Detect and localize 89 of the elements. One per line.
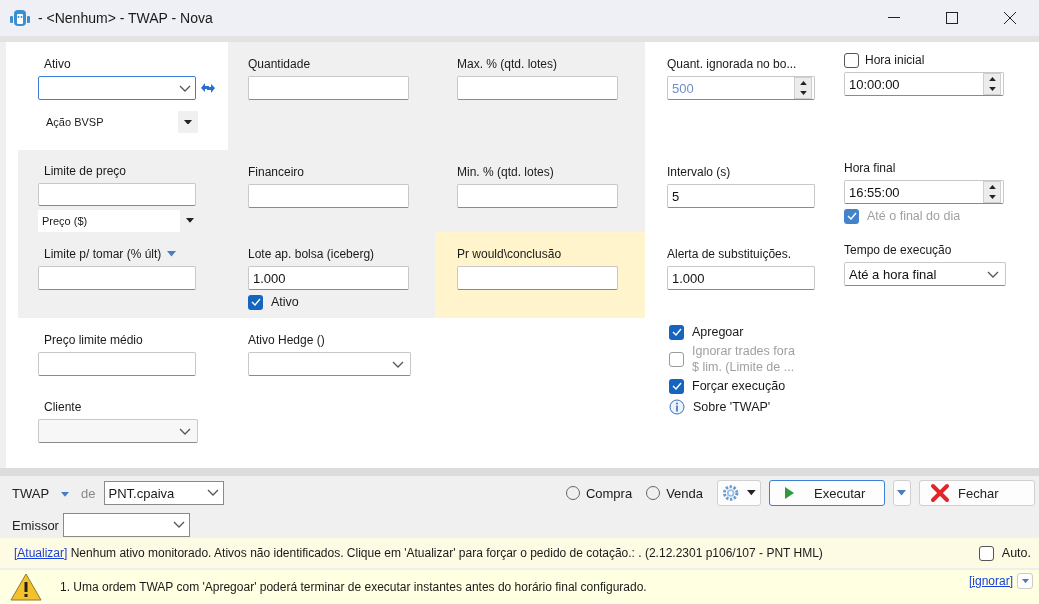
field-label: Min. % (qtd. lotes) bbox=[457, 165, 554, 179]
caret-icon bbox=[184, 119, 192, 125]
field-label: Ativo Hedge () bbox=[248, 333, 325, 347]
field-label: Max. % (qtd. lotes) bbox=[457, 57, 558, 71]
chevron-down-icon bbox=[392, 360, 404, 369]
field-label: Pr would\conclusão bbox=[457, 247, 562, 261]
maximize-icon[interactable] bbox=[946, 12, 958, 24]
close-icon[interactable] bbox=[1004, 12, 1016, 24]
checkbox[interactable] bbox=[669, 378, 684, 394]
auto-label: Auto. bbox=[1001, 545, 1031, 561]
field-label: Lote ap. bolsa (iceberg) bbox=[248, 247, 375, 261]
cross-icon bbox=[930, 483, 950, 503]
text-field[interactable]: 5 bbox=[667, 184, 815, 208]
option-label: Apregoar bbox=[692, 324, 744, 340]
chevron-down-icon bbox=[172, 521, 185, 529]
window-title: - <Nenhum> - TWAP - Nova bbox=[38, 10, 214, 26]
field-label: Intervalo (s) bbox=[667, 165, 731, 179]
ignore-link[interactable]: [ignorar] bbox=[968, 574, 1013, 588]
text-field[interactable] bbox=[38, 182, 196, 206]
caret-icon bbox=[1021, 578, 1029, 584]
spin-field[interactable]: 16:55:00 bbox=[844, 180, 1004, 204]
app-icon bbox=[10, 8, 30, 28]
chevron-down-icon bbox=[179, 84, 191, 93]
checkbox-label: Até o final do dia bbox=[867, 208, 961, 224]
field-label: Quantidade bbox=[248, 57, 311, 71]
dropdown-button[interactable] bbox=[1017, 573, 1033, 589]
refresh-link[interactable]: [Atualizar] bbox=[14, 546, 68, 560]
execute-menu-button[interactable] bbox=[893, 480, 911, 506]
field-label: Tempo de execução bbox=[844, 243, 952, 257]
issuer-combo[interactable] bbox=[62, 513, 190, 537]
field-label: Financeiro bbox=[248, 165, 305, 179]
option-label: Forçar execução bbox=[692, 378, 786, 394]
field-label: Hora final bbox=[844, 161, 896, 175]
option-label: Ignorar trades fora $ lim. (Limite de ... bbox=[692, 343, 796, 375]
text-field[interactable] bbox=[38, 352, 196, 376]
checkbox[interactable] bbox=[669, 324, 684, 340]
caret-icon bbox=[186, 218, 194, 224]
combo-box[interactable] bbox=[248, 352, 411, 376]
execute-button[interactable]: Executar bbox=[769, 480, 885, 506]
checkbox[interactable] bbox=[844, 52, 859, 68]
text-field[interactable] bbox=[457, 266, 618, 290]
from-label: de bbox=[81, 485, 96, 501]
spin-arrows-icon[interactable] bbox=[794, 77, 812, 99]
chevron-down-icon bbox=[987, 270, 999, 279]
order-type-label[interactable]: TWAP bbox=[12, 485, 50, 501]
about-link[interactable]: Sobre 'TWAP' bbox=[693, 400, 771, 414]
chevron-down-icon bbox=[179, 427, 191, 436]
text-field[interactable]: 1.000 bbox=[248, 266, 409, 290]
caret-icon bbox=[747, 490, 756, 496]
checkbox[interactable] bbox=[248, 294, 263, 310]
field-label: Limite de preço bbox=[44, 164, 127, 179]
gear-icon bbox=[722, 484, 740, 502]
text-field[interactable]: 1.000 bbox=[667, 266, 815, 290]
field-label: Limite p/ tomar (% últ) bbox=[44, 247, 162, 261]
spin-arrows-icon[interactable] bbox=[983, 73, 1001, 95]
field-label: Alerta de substituições. bbox=[667, 247, 792, 261]
minimize-icon[interactable] bbox=[888, 17, 900, 19]
info-icon bbox=[669, 399, 685, 415]
checkbox[interactable] bbox=[978, 545, 994, 561]
text-field[interactable] bbox=[457, 76, 618, 100]
refresh-icon[interactable] bbox=[200, 81, 216, 95]
text-field[interactable] bbox=[248, 76, 409, 100]
play-icon bbox=[784, 487, 794, 499]
close-order-button[interactable]: Fechar bbox=[919, 480, 1035, 506]
caret-icon bbox=[61, 492, 70, 497]
field-label: Cliente bbox=[44, 400, 82, 414]
text-field[interactable] bbox=[38, 266, 196, 290]
asset-combo[interactable] bbox=[38, 76, 196, 100]
status-message: [Atualizar] Nenhum ativo monitorado. Ativos não identificados. Clique em 'Atualizar' para forçar o pedido de cotação.: . (2.12.2301 p106/107 - PNT HML) bbox=[14, 546, 824, 560]
chevron-down-icon bbox=[206, 489, 219, 497]
field-label: Preço limite médio bbox=[44, 333, 143, 347]
type-select[interactable]: Preço ($) bbox=[38, 209, 200, 232]
spin-field[interactable]: 10:00:00 bbox=[844, 72, 1004, 96]
field-label: Ativo bbox=[44, 57, 71, 71]
spin-arrows-icon[interactable] bbox=[983, 181, 1001, 203]
side-radio[interactable]: Compra bbox=[565, 485, 633, 501]
warning-icon bbox=[10, 573, 42, 601]
settings-button[interactable] bbox=[717, 480, 761, 506]
issuer-label: Emissor bbox=[12, 517, 59, 533]
checkbox-label: Ativo bbox=[271, 294, 299, 310]
field-label: Quant. ignorada no bo... bbox=[667, 57, 797, 71]
field-label: Hora inicial bbox=[865, 53, 925, 67]
warning-message: 1. Uma ordem TWAP com 'Apregoar' poderá terminar de executar instantes antes do horário final configurado. bbox=[60, 580, 648, 594]
combo-box[interactable]: Até a hora final bbox=[844, 262, 1006, 286]
user-combo[interactable]: PNT.cpaiva bbox=[103, 481, 224, 505]
text-field[interactable] bbox=[248, 184, 409, 208]
side-radio[interactable]: Venda bbox=[646, 485, 703, 501]
caret-icon bbox=[897, 490, 906, 496]
text-field[interactable] bbox=[457, 184, 618, 208]
